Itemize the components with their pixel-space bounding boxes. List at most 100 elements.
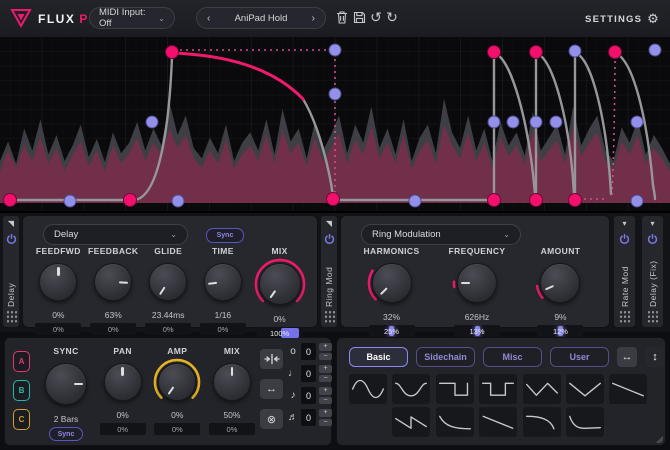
note-count-field[interactable]: 0 (301, 387, 316, 404)
sync-knob[interactable] (39, 357, 93, 411)
shape-ramp-down[interactable] (479, 407, 517, 437)
pinch-button[interactable] (260, 349, 283, 369)
decrement-button[interactable]: − (319, 419, 332, 427)
slot-button-a[interactable]: A (13, 351, 30, 372)
increment-button[interactable]: + (319, 343, 332, 351)
mod-amount-slider[interactable]: 0% (209, 423, 255, 435)
slot-button-b[interactable]: B (13, 380, 30, 401)
midi-input-dropdown[interactable]: MIDI Input: Off ⌄ (89, 7, 175, 29)
undo-button[interactable]: ↺ (368, 8, 384, 26)
shape-decay-exp[interactable] (566, 407, 604, 437)
settings-button[interactable]: SETTINGS ⚙ (585, 11, 660, 27)
ring-mod-panel: Ring Modulation ⌄ HARMONICS32%25%FREQUEN… (340, 215, 610, 328)
mod-amount-slider[interactable]: 0% (200, 323, 246, 335)
mod-value: 0% (117, 425, 128, 434)
shape-square[interactable] (436, 374, 474, 404)
feedback-knob[interactable] (88, 257, 138, 307)
rounded-step-waveform-icon (525, 409, 559, 435)
mod-amount-slider[interactable]: 12% (537, 325, 583, 337)
power-icon[interactable] (324, 233, 335, 245)
rail-delay-fix[interactable]: ▾ Delay (Fix) (641, 215, 664, 328)
mod-amount-slider[interactable]: 0% (35, 323, 81, 335)
power-icon[interactable] (619, 233, 630, 245)
preset-name[interactable]: AniPad Hold (235, 13, 288, 24)
shape-vee[interactable] (566, 374, 604, 404)
sync-toggle[interactable]: Sync (49, 427, 83, 441)
shape-sine[interactable] (349, 374, 387, 404)
flip-horizontal-button[interactable]: ↔ (617, 347, 637, 367)
rail-delay[interactable]: ◥ Delay (2, 215, 20, 328)
tab-sidechain[interactable]: Sidechain (416, 347, 475, 367)
power-icon[interactable] (6, 233, 17, 245)
cancel-button[interactable]: ⊗ (260, 409, 283, 429)
tab-user[interactable]: User (550, 347, 609, 367)
power-icon[interactable] (647, 233, 658, 245)
shape-saw-down[interactable] (609, 374, 647, 404)
collapse-triangle-icon[interactable]: ▾ (650, 220, 654, 228)
knob-group-mix: MIX50%0% (207, 346, 257, 441)
drag-grip-icon[interactable] (324, 310, 335, 323)
note-count-field[interactable]: 0 (301, 409, 316, 426)
time-knob[interactable] (198, 257, 248, 307)
mod-amount-slider[interactable]: 0% (100, 423, 146, 435)
save-preset-button[interactable] (351, 8, 367, 26)
rail-rate-mod[interactable]: ▾ Rate Mod (613, 215, 636, 328)
ring-mod-effect-dropdown[interactable]: Ring Modulation ⌄ (361, 224, 521, 245)
feedfwd-knob[interactable] (33, 257, 83, 307)
increment-button[interactable]: + (319, 387, 332, 395)
mod-amount-slider[interactable]: 0% (154, 423, 200, 435)
increment-button[interactable]: + (319, 409, 332, 417)
harmonics-knob[interactable] (366, 257, 418, 309)
glide-knob[interactable] (143, 257, 193, 307)
flip-vertical-button[interactable]: ↕ (645, 347, 665, 367)
envelope-display[interactable] (0, 37, 670, 213)
envelope-canvas[interactable] (0, 37, 670, 211)
slot-button-c[interactable]: C (13, 409, 30, 430)
mod-amount-slider[interactable]: 13% (454, 325, 500, 337)
delete-preset-button[interactable] (334, 8, 350, 26)
shape-decay-concave[interactable] (436, 407, 474, 437)
knob-group-time: TIME1/160% (198, 246, 248, 339)
mix-knob[interactable] (253, 257, 307, 311)
note-count-field[interactable]: 0 (301, 343, 316, 360)
pan-knob[interactable] (98, 357, 148, 407)
rail-ring-mod[interactable]: ◥ Ring Mod (320, 215, 338, 328)
decrement-button[interactable]: − (319, 375, 332, 383)
shape-saw-jump[interactable] (392, 407, 430, 437)
resize-handle[interactable] (655, 435, 663, 443)
collapse-triangle-icon[interactable]: ◥ (8, 220, 14, 228)
note-count-field[interactable]: 0 (301, 365, 316, 382)
drag-grip-icon[interactable] (647, 310, 658, 323)
collapse-triangle-icon[interactable]: ◥ (326, 220, 332, 228)
preset-next-button[interactable]: › (312, 13, 315, 24)
decrement-button[interactable]: − (319, 353, 332, 361)
mod-amount-slider[interactable]: 25% (369, 325, 415, 337)
shape-sine-inverted[interactable] (392, 374, 430, 404)
amount-knob[interactable] (534, 257, 586, 309)
tab-misc[interactable]: Misc (483, 347, 542, 367)
knob-label: MIX (224, 346, 240, 356)
delay-effect-dropdown[interactable]: Delay ⌄ (43, 224, 188, 245)
drag-grip-icon[interactable] (6, 310, 17, 323)
saw-jump-waveform-icon (394, 409, 428, 435)
knob-group-feedback: FEEDBACK63%0% (88, 246, 138, 339)
knob-pointer (458, 264, 496, 302)
delay-sync-toggle[interactable]: Sync (206, 228, 244, 243)
mod-amount-slider[interactable]: 0% (90, 323, 136, 335)
frequency-knob[interactable] (451, 257, 503, 309)
collapse-triangle-icon[interactable]: ▾ (622, 220, 626, 228)
mix-knob[interactable] (207, 357, 257, 407)
drag-grip-icon[interactable] (619, 310, 630, 323)
mod-amount-slider[interactable]: 0% (145, 323, 191, 335)
increment-button[interactable]: + (319, 365, 332, 373)
stretch-button[interactable]: ↔ (260, 379, 283, 399)
shape-rounded-step[interactable] (523, 407, 561, 437)
amp-knob[interactable] (152, 357, 202, 407)
shape-triangle[interactable] (523, 374, 561, 404)
decrement-button[interactable]: − (319, 397, 332, 405)
preset-prev-button[interactable]: ‹ (207, 13, 210, 24)
tab-basic[interactable]: Basic (349, 347, 408, 367)
knob-face (39, 263, 77, 301)
shape-notch[interactable] (479, 374, 517, 404)
redo-button[interactable]: ↻ (384, 8, 400, 26)
